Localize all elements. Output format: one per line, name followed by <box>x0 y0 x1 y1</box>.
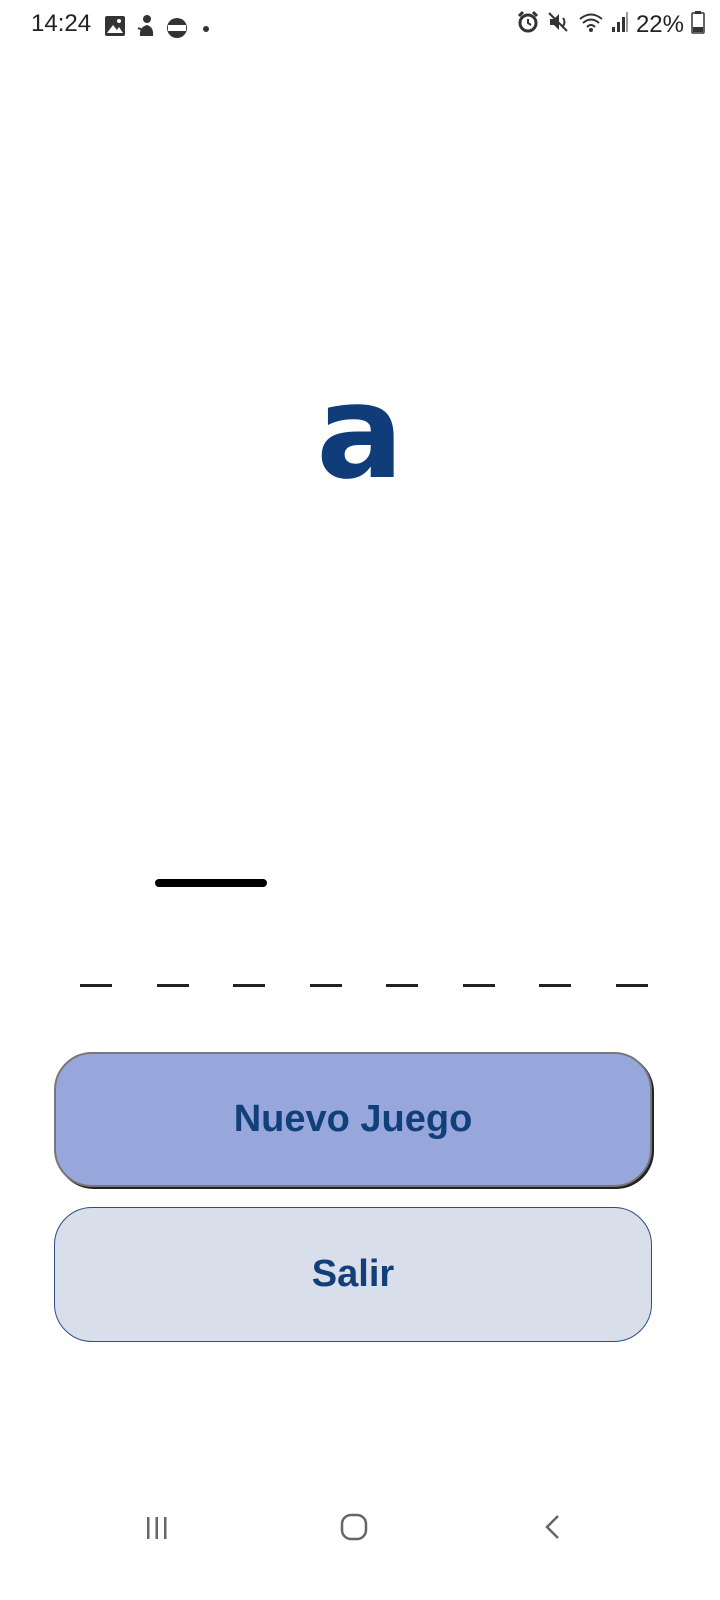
exit-label: Salir <box>311 1253 395 1295</box>
word-slot <box>233 984 266 987</box>
word-slot <box>462 984 495 987</box>
battery-icon <box>691 10 705 39</box>
burger-king-icon <box>166 17 188 41</box>
word-slot <box>386 984 419 987</box>
nav-bar <box>0 1480 720 1576</box>
word-slot <box>539 984 572 987</box>
home-icon[interactable] <box>340 1513 368 1541</box>
alarm-icon <box>516 10 540 39</box>
exit-button[interactable]: Salir <box>54 1207 652 1342</box>
signal-icon <box>611 11 629 38</box>
status-right: 22% <box>516 10 705 39</box>
word-slot <box>615 984 648 987</box>
new-game-button[interactable]: Nuevo Juego <box>54 1052 652 1187</box>
notification-dot <box>203 25 209 32</box>
hangman-glyph: a <box>316 356 404 508</box>
screen: 14:24 22% a Nuevo Juego Salir <box>0 0 720 1600</box>
person-icon <box>135 14 157 43</box>
word-slot <box>309 984 342 987</box>
gallery-icon <box>104 15 126 42</box>
wifi-icon <box>578 10 604 39</box>
word-slot <box>80 984 112 987</box>
status-left-icons <box>104 14 209 43</box>
back-icon[interactable] <box>539 1513 567 1541</box>
recents-icon[interactable] <box>145 1516 169 1540</box>
status-time: 14:24 <box>31 10 92 37</box>
word-slots <box>80 970 648 987</box>
battery-percent: 22% <box>635 10 684 38</box>
mute-icon <box>547 10 571 39</box>
word-slot <box>156 984 189 987</box>
new-game-label: Nuevo Juego <box>233 1098 473 1140</box>
status-bar: 14:24 22% <box>0 0 720 56</box>
gallows-base <box>155 879 267 887</box>
